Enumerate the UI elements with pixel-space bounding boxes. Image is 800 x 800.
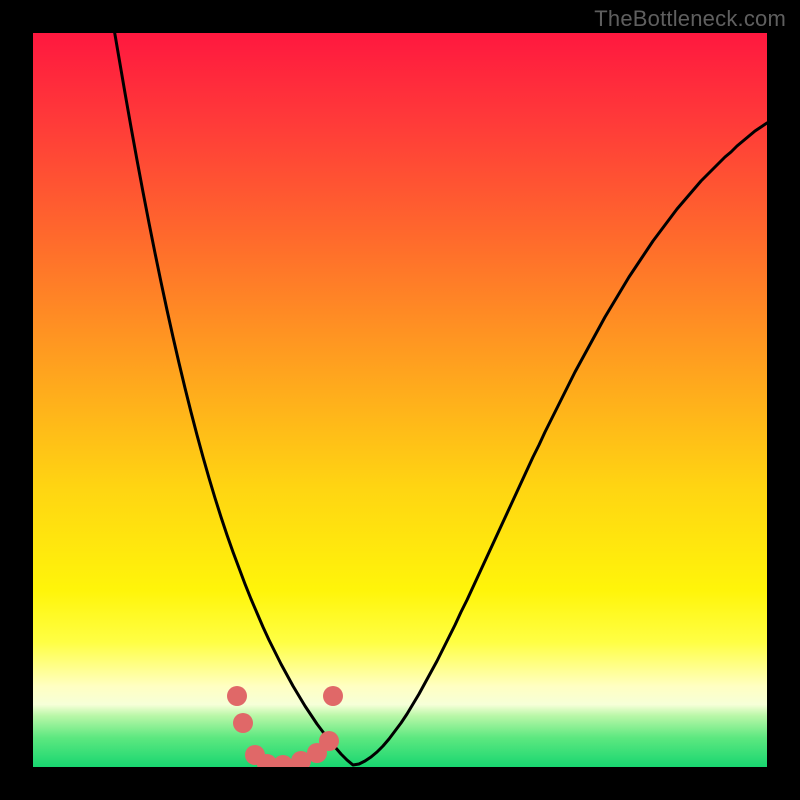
chart-svg: [33, 33, 767, 767]
chart-frame: TheBottleneck.com: [0, 0, 800, 800]
marker-dot: [227, 686, 247, 706]
marker-dot: [233, 713, 253, 733]
plot-area: [33, 33, 767, 767]
marker-dot: [323, 686, 343, 706]
chart-background: [33, 33, 767, 767]
marker-dot: [319, 731, 339, 751]
watermark-text: TheBottleneck.com: [594, 6, 786, 32]
